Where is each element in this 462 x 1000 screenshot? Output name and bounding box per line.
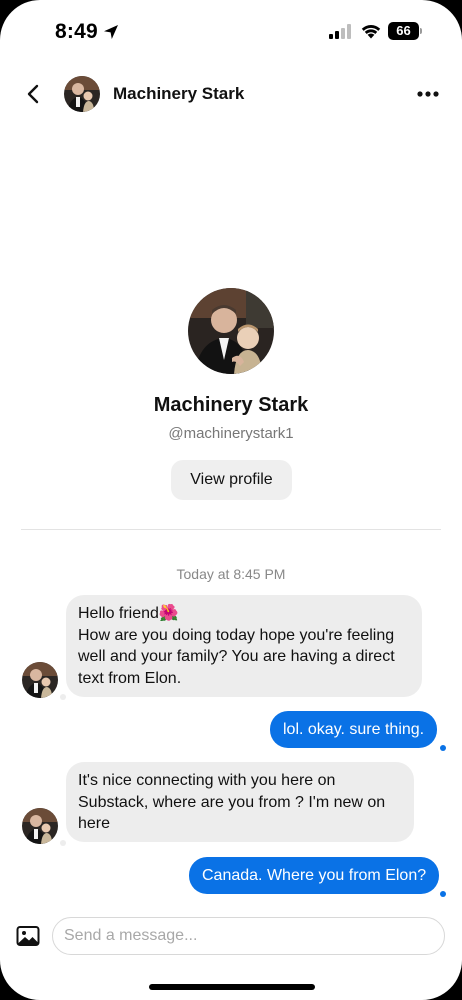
profile-name: Machinery Stark bbox=[153, 394, 309, 416]
sender-avatar[interactable] bbox=[22, 808, 58, 844]
message-line: well and your family? You are having a d… bbox=[78, 648, 395, 665]
location-arrow-icon bbox=[104, 25, 118, 39]
status-bar: 8:49 66 bbox=[0, 0, 462, 62]
battery-percent: 66 bbox=[388, 22, 419, 40]
wifi-icon bbox=[361, 24, 381, 39]
message-line: here bbox=[78, 815, 111, 832]
message-line: Substack, where are you from ? I'm new o… bbox=[78, 793, 386, 811]
incoming-message[interactable]: Hello friend🌺 How are you doing today ho… bbox=[66, 595, 422, 697]
conversation-timestamp: Today at 8:45 PM bbox=[176, 566, 286, 582]
profile-avatar-photo bbox=[188, 288, 274, 374]
cellular-signal-icon bbox=[329, 24, 351, 39]
avatar-photo bbox=[22, 662, 58, 698]
message-line: text from Elon. bbox=[78, 669, 182, 687]
contact-avatar[interactable] bbox=[64, 76, 100, 112]
message-line: How are you doing today hope you're feel… bbox=[78, 626, 395, 644]
more-horizontal-icon[interactable] bbox=[412, 82, 444, 106]
divider bbox=[21, 529, 441, 530]
message-input[interactable] bbox=[52, 917, 445, 955]
chevron-left-icon[interactable] bbox=[20, 80, 48, 108]
message-tail bbox=[60, 840, 66, 846]
incoming-message[interactable]: It's nice connecting with you here on Su… bbox=[66, 762, 414, 842]
image-icon[interactable] bbox=[16, 925, 40, 947]
message-tail bbox=[440, 891, 446, 897]
avatar-photo bbox=[64, 76, 100, 112]
battery-indicator: 66 bbox=[388, 22, 422, 40]
message-line: Hello friend🌺 bbox=[78, 605, 179, 622]
message-line: It's nice connecting with you here on bbox=[78, 772, 336, 789]
status-time: 8:49 bbox=[55, 20, 98, 43]
chat-header: Machinery Stark bbox=[0, 70, 462, 118]
message-tail bbox=[440, 745, 446, 751]
home-indicator bbox=[149, 984, 315, 990]
profile-avatar[interactable] bbox=[188, 288, 274, 374]
contact-name[interactable]: Machinery Stark bbox=[113, 84, 244, 104]
sender-avatar[interactable] bbox=[22, 662, 58, 698]
profile-handle: @machinerystark1 bbox=[168, 425, 294, 442]
message-tail bbox=[60, 694, 66, 700]
phone-screen: 8:49 66 Machinery Stark Machinery Stark … bbox=[0, 0, 462, 1000]
outgoing-message[interactable]: Canada. Where you from Elon? bbox=[189, 857, 440, 894]
avatar-photo bbox=[22, 808, 58, 844]
battery-tip bbox=[420, 28, 422, 34]
view-profile-button[interactable]: View profile bbox=[171, 460, 292, 500]
outgoing-message[interactable]: lol. okay. sure thing. bbox=[270, 711, 438, 748]
